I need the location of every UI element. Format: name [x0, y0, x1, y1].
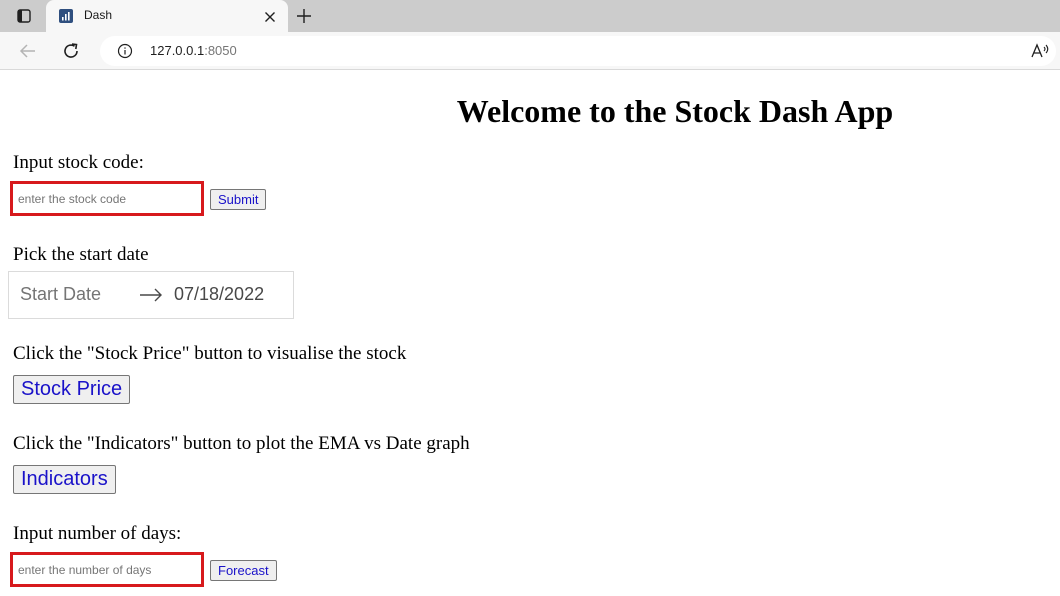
- start-date-label: Pick the start date: [13, 244, 149, 265]
- stock-code-input[interactable]: [10, 181, 204, 216]
- tab-actions-icon[interactable]: [8, 4, 40, 28]
- url-text: 127.0.0.1:8050: [150, 43, 237, 58]
- url-port: :8050: [204, 43, 237, 58]
- indicators-label: Click the "Indicators" button to plot th…: [13, 433, 470, 454]
- page-title: Welcome to the Stock Dash App: [456, 93, 894, 129]
- tab-title: Dash: [84, 8, 113, 22]
- days-label: Input number of days:: [13, 523, 182, 544]
- stock-price-button[interactable]: Stock Price: [13, 375, 131, 404]
- indicators-button[interactable]: Indicators: [13, 465, 116, 494]
- back-arrow-icon[interactable]: [18, 41, 38, 61]
- read-aloud-icon[interactable]: [1030, 41, 1050, 61]
- arrow-right-icon: [139, 287, 163, 303]
- submit-button[interactable]: Submit: [210, 189, 267, 210]
- browser-toolbar: 127.0.0.1:8050: [0, 32, 1060, 70]
- end-date-input[interactable]: 07/18/2022: [174, 284, 264, 305]
- plus-icon[interactable]: [296, 8, 312, 24]
- page-content: Welcome to the Stock Dash App Input stoc…: [0, 71, 1060, 596]
- forecast-button[interactable]: Forecast: [210, 560, 277, 581]
- dash-favicon-icon: [59, 9, 73, 23]
- start-date-input[interactable]: Start Date: [20, 284, 101, 305]
- close-icon[interactable]: [264, 10, 276, 22]
- stock-code-label: Input stock code:: [13, 152, 144, 173]
- info-icon[interactable]: [117, 43, 133, 59]
- url-host: 127.0.0.1: [150, 43, 205, 58]
- reload-icon[interactable]: [61, 41, 81, 61]
- browser-tab[interactable]: Dash: [46, 0, 288, 32]
- address-bar[interactable]: 127.0.0.1:8050: [100, 36, 1056, 66]
- date-range-picker[interactable]: Start Date 07/18/2022: [8, 271, 294, 319]
- days-input[interactable]: [10, 552, 204, 587]
- stock-price-label: Click the "Stock Price" button to visual…: [13, 343, 407, 364]
- tab-strip: Dash: [0, 0, 1060, 32]
